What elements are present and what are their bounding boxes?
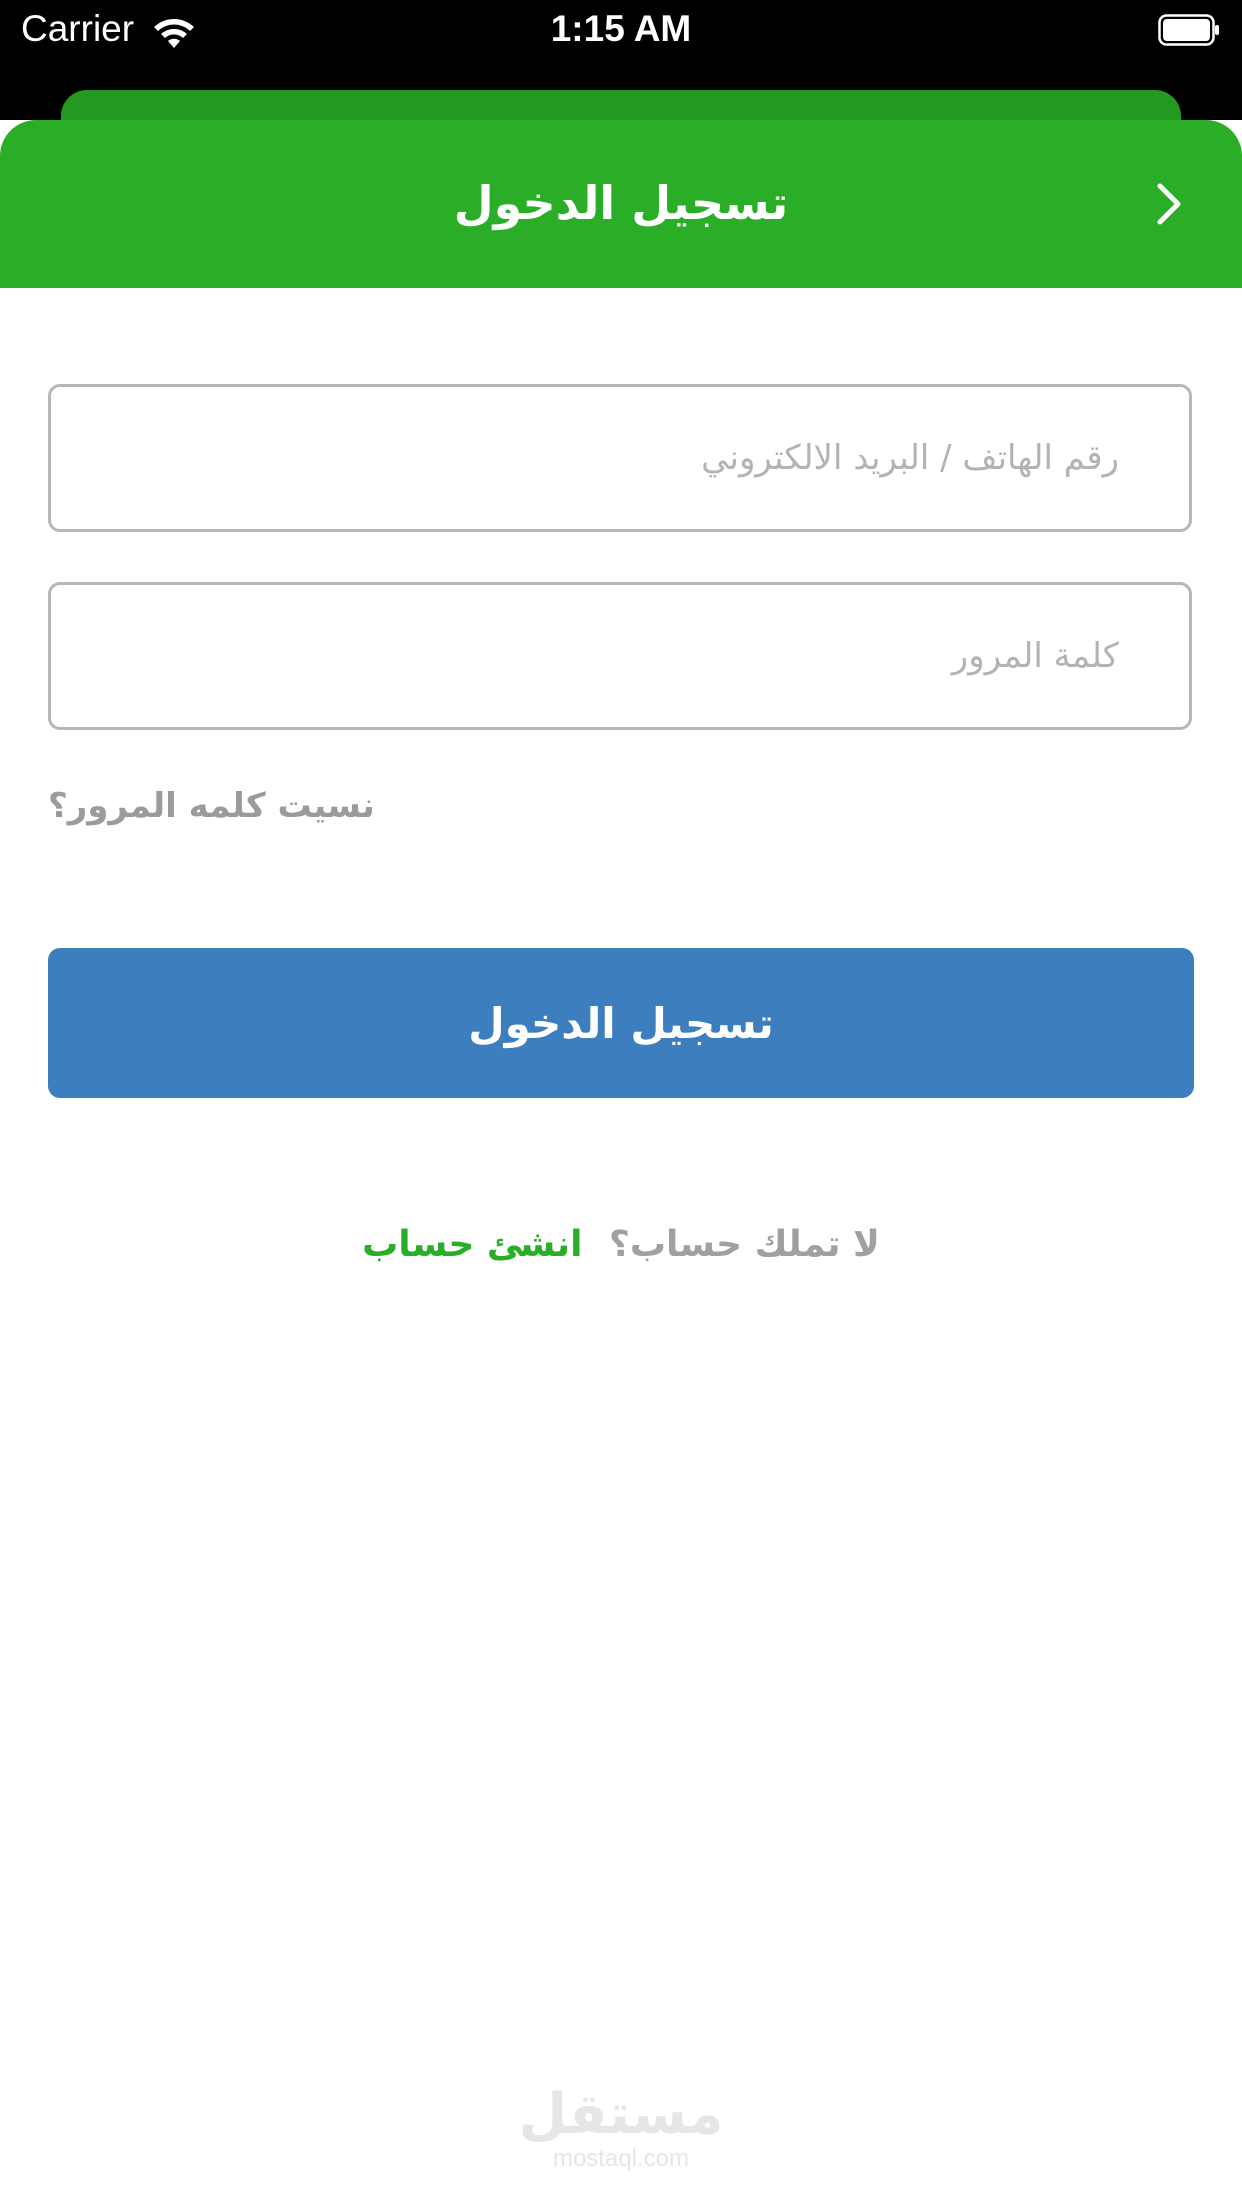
forgot-password-link[interactable]: نسيت كلمه المرور؟ bbox=[48, 786, 375, 826]
watermark: مستقل mostaql.com bbox=[0, 2085, 1242, 2173]
signup-row: لا تملك حساب؟ انشئ حساب bbox=[0, 1224, 1242, 1265]
watermark-latin: mostaql.com bbox=[552, 2145, 690, 2172]
battery-icon bbox=[1158, 14, 1219, 46]
header-bar: تسجيل الدخول bbox=[0, 120, 1242, 288]
page-title: تسجيل الدخول bbox=[453, 176, 789, 230]
signup-question: لا تملك حساب؟ bbox=[608, 1224, 880, 1265]
chevron-right-icon[interactable] bbox=[1140, 174, 1200, 234]
phone-email-field[interactable] bbox=[48, 384, 1192, 532]
login-button[interactable]: تسجيل الدخول bbox=[48, 948, 1194, 1098]
clock: 1:15 AM bbox=[550, 8, 692, 49]
password-input[interactable] bbox=[51, 585, 1189, 727]
password-field[interactable] bbox=[48, 582, 1192, 730]
phone-email-input[interactable] bbox=[51, 387, 1189, 529]
watermark-arabic: مستقل bbox=[518, 2082, 724, 2147]
create-account-link[interactable]: انشئ حساب bbox=[362, 1224, 582, 1265]
